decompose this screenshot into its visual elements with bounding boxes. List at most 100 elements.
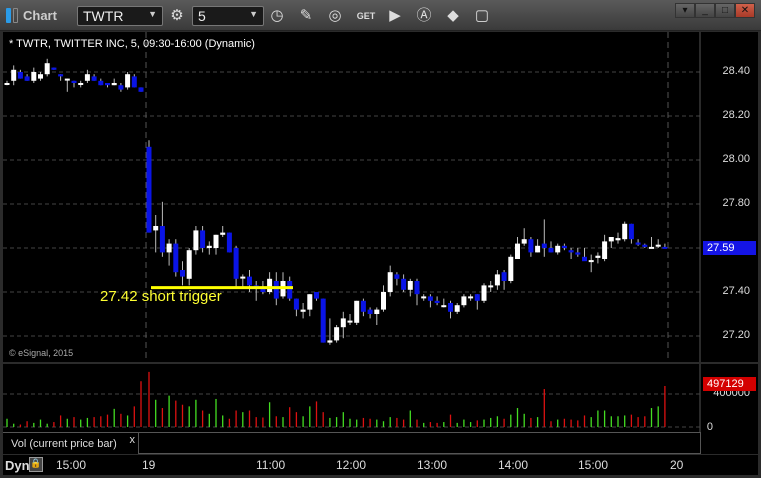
- play-icon[interactable]: ▶: [384, 6, 406, 26]
- maximize-button[interactable]: □: [715, 3, 735, 18]
- candle-down: [247, 276, 252, 286]
- candle-up: [206, 245, 212, 248]
- volume-pane[interactable]: 400000 0 497129 Vol (current price bar) x: [3, 364, 758, 454]
- time-label: 15:00: [56, 458, 87, 472]
- candle-down: [448, 303, 453, 312]
- candle-down: [98, 80, 104, 86]
- candle-up: [649, 246, 654, 249]
- price-chart[interactable]: * TWTR, TWITTER INC, 5, 09:30-16:00 (Dyn…: [3, 32, 758, 362]
- candle-up: [521, 239, 527, 244]
- app-logo-icon-secondary: [13, 8, 18, 23]
- candle-up: [602, 241, 608, 259]
- window-title: Chart: [23, 8, 57, 23]
- price-tick-label: 28.40: [722, 65, 750, 77]
- candle-up: [267, 278, 273, 292]
- candle-up: [31, 72, 37, 81]
- candle-up: [38, 74, 43, 79]
- candle-up: [240, 276, 246, 279]
- time-label: 11:00: [256, 458, 286, 472]
- restore-menu-button[interactable]: ▾: [675, 3, 695, 18]
- candle-up: [111, 83, 117, 86]
- candle-up: [300, 309, 306, 312]
- candle-up: [407, 281, 413, 290]
- candle-up: [374, 309, 380, 314]
- price-tick-label: 27.80: [722, 197, 750, 209]
- candle-down: [642, 244, 648, 247]
- candle-down: [138, 87, 144, 92]
- candle-down: [314, 292, 319, 299]
- candle-down: [501, 272, 507, 281]
- clock-icon[interactable]: ◷: [266, 6, 288, 26]
- chevron-down-icon[interactable]: ▼: [249, 9, 258, 19]
- candle-down: [71, 80, 77, 83]
- price-tick-label: 28.00: [722, 153, 750, 165]
- close-study-icon[interactable]: x: [130, 434, 136, 446]
- candle-up: [347, 320, 353, 323]
- candle-down: [226, 232, 232, 253]
- candle-down: [541, 243, 547, 248]
- candle-up: [64, 78, 70, 81]
- candle-up: [84, 74, 90, 81]
- candle-up: [213, 234, 219, 248]
- volume-study-label: Vol (current price bar) x: [3, 432, 138, 454]
- candle-down: [575, 252, 581, 255]
- candle-up: [655, 244, 661, 247]
- candle-up: [454, 305, 460, 312]
- comment-icon[interactable]: ▢: [471, 6, 493, 26]
- symbol-input[interactable]: TWTR ▼: [77, 6, 163, 26]
- interval-input[interactable]: 5 ▼: [192, 6, 264, 26]
- candle-up: [4, 83, 10, 85]
- candle-up: [11, 69, 17, 81]
- pencil-icon[interactable]: ✎: [295, 6, 317, 26]
- lock-icon[interactable]: 🔒: [29, 457, 43, 472]
- candle-up: [615, 238, 621, 241]
- last-price-badge: 27.59: [703, 241, 756, 255]
- chevron-down-icon[interactable]: ▼: [148, 9, 157, 19]
- candle-down: [287, 281, 293, 299]
- candle-down: [628, 223, 634, 240]
- candle-down: [293, 298, 299, 310]
- candle-up: [78, 83, 84, 85]
- candle-down: [180, 270, 185, 277]
- candle-up: [381, 292, 386, 310]
- minimize-button[interactable]: _: [695, 3, 715, 18]
- volume-study-name: Vol (current price bar): [11, 438, 117, 450]
- candle-up: [494, 274, 500, 286]
- candle-up: [44, 63, 50, 75]
- candle-up: [622, 223, 628, 240]
- candle-down: [51, 67, 57, 70]
- candle-up: [595, 255, 601, 258]
- candle-down: [561, 245, 567, 248]
- close-button[interactable]: ✕: [735, 3, 755, 18]
- time-label: 20: [670, 458, 684, 472]
- candle-down: [394, 274, 400, 279]
- title-bar: Chart TWTR ▼ ⚙ 5 ▼ ◷ ✎ ◎ GET ▶ Ⓐ ◆ ▢ ▾ _ □…: [0, 0, 761, 31]
- candle-up: [166, 243, 172, 253]
- dyn-label[interactable]: Dyn: [5, 458, 30, 473]
- candle-up: [220, 232, 226, 235]
- study-icon[interactable]: ◎: [324, 6, 346, 26]
- time-label: 12:00: [336, 458, 367, 472]
- time-label: 14:00: [498, 458, 529, 472]
- symbol-value: TWTR: [83, 8, 124, 24]
- candle-up: [488, 285, 494, 288]
- candle-down: [200, 230, 206, 248]
- candle-down: [320, 298, 326, 343]
- time-axis[interactable]: Dyn 🔒 15:00 19 11:00 12:00 13:00 14:00 1…: [3, 455, 758, 475]
- candle-down: [105, 83, 110, 86]
- time-label: 15:00: [578, 458, 609, 472]
- alert-icon[interactable]: Ⓐ: [413, 6, 435, 26]
- link-icon[interactable]: ◆: [442, 6, 464, 26]
- candle-down: [635, 242, 641, 245]
- candle-up: [354, 300, 360, 323]
- volume-study-box: [138, 432, 701, 454]
- volume-plot: [3, 364, 701, 432]
- get-icon[interactable]: GET: [355, 6, 377, 26]
- candle-down: [434, 300, 440, 303]
- candle-up: [461, 296, 467, 306]
- settings-icon[interactable]: ⚙: [166, 6, 188, 26]
- candle-down: [360, 300, 366, 312]
- price-tick-label: 27.40: [722, 285, 750, 297]
- candle-down: [24, 76, 30, 81]
- candle-down: [146, 146, 152, 233]
